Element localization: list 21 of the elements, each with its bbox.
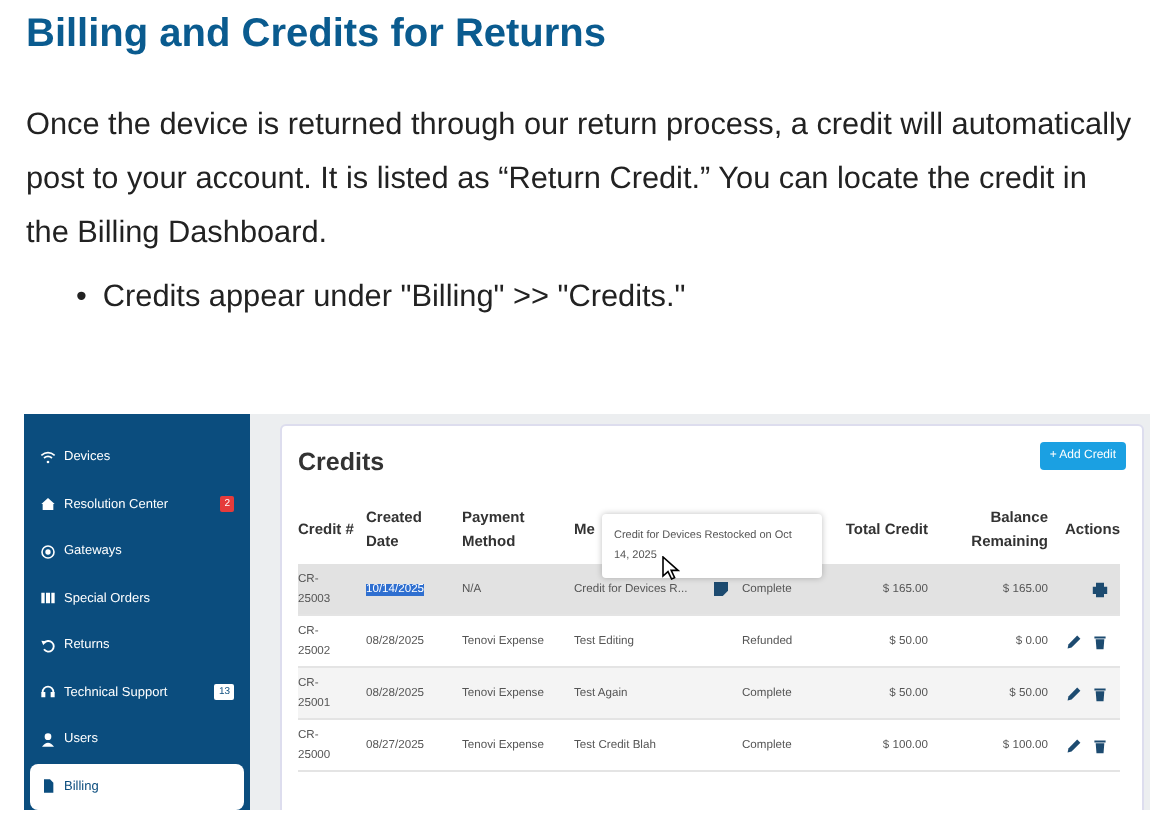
pencil-icon[interactable] xyxy=(1066,737,1082,753)
headset-icon xyxy=(40,684,56,701)
note-icon[interactable] xyxy=(714,582,728,596)
trash-icon[interactable] xyxy=(1092,737,1108,753)
user-icon xyxy=(40,731,56,748)
target-icon xyxy=(40,543,56,560)
trash-icon[interactable] xyxy=(1092,685,1108,701)
bullet-text: Credits appear under "Billing" >> "Credits." xyxy=(102,278,686,318)
card-title: Credits xyxy=(298,448,385,476)
bullet-marker: • xyxy=(76,278,87,318)
pencil-icon[interactable] xyxy=(1066,633,1082,649)
boxes-icon xyxy=(40,590,56,607)
undo-icon xyxy=(40,637,56,654)
paragraph: Once the device is returned through our return process, a credit will automatically post to your account. It is listed as “Return Credit.” You can locate the credit in the Billing Dashboard. xyxy=(26,106,1134,254)
house-icon xyxy=(40,496,56,513)
wifi-icon xyxy=(40,449,56,466)
trash-icon[interactable] xyxy=(1092,633,1108,649)
pencil-icon[interactable] xyxy=(1066,685,1082,701)
document-icon xyxy=(40,778,56,795)
page-heading: Billing and Credits for Returns xyxy=(26,10,609,60)
cursor-icon xyxy=(662,556,680,580)
